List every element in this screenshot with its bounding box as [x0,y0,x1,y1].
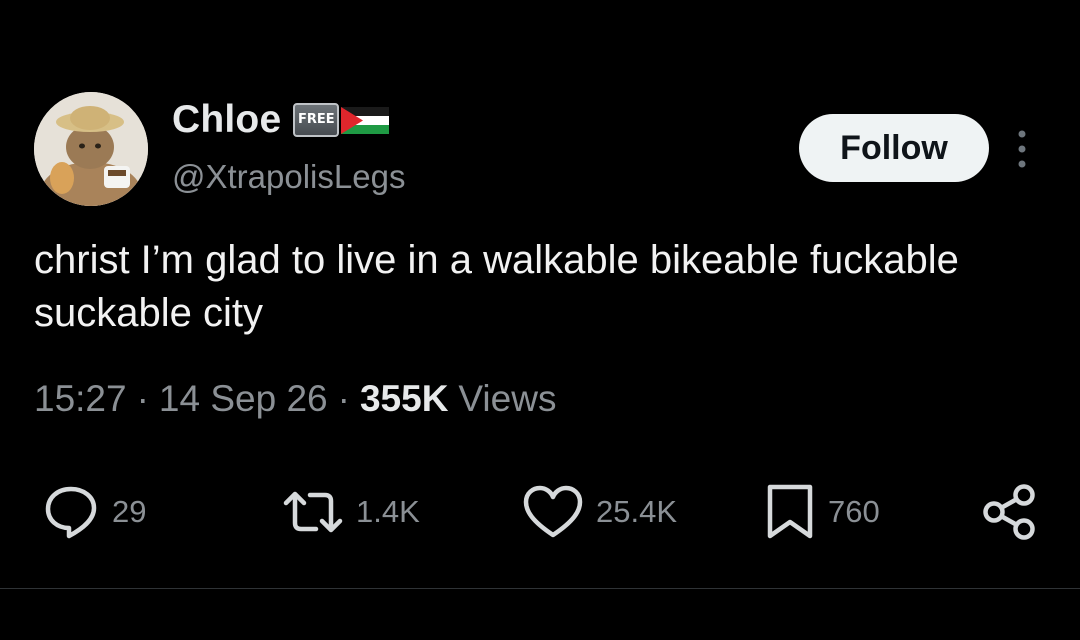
share-icon [983,484,1035,540]
bookmark-icon [767,484,813,539]
share-button[interactable] [980,480,1038,544]
views-count: 355K [359,378,449,419]
views-label: Views [458,378,557,419]
tweet: Chloe FREE @XtrapolisLegs Follow christ … [0,0,1080,640]
tweet-time[interactable]: 15:27 [34,378,127,420]
more-icon[interactable] [1010,126,1034,172]
avatar-cat-image [34,92,148,206]
tweet-text: christ I’m glad to live in a walkable bi… [34,238,959,335]
follow-button[interactable]: Follow [799,114,989,182]
tweet-meta: 15:27 · 14 Sep 26 · 355K Views [34,378,556,420]
like-count: 25.4K [596,494,678,529]
reply-count: 29 [112,494,147,529]
bookmark-count: 760 [828,494,880,529]
palestine-flag-icon [341,107,390,134]
repost-count: 1.4K [356,494,420,529]
meta-separator: · [136,378,149,419]
tweet-date[interactable]: 14 Sep 26 [159,378,328,420]
like-icon [523,485,583,538]
avatar[interactable] [34,92,148,206]
meta-separator: · [337,378,350,419]
repost-button[interactable]: 1.4K [282,480,420,544]
reply-icon [45,486,97,539]
reply-button[interactable]: 29 [42,480,146,544]
free-badge: FREE [293,103,340,137]
like-button[interactable]: 25.4K [522,480,677,544]
action-bar: 29 1.4K 25.4K 760 [0,480,1080,544]
name-row: Chloe FREE [172,96,390,144]
divider [0,588,1080,589]
bookmark-button[interactable]: 760 [764,480,880,544]
repost-icon [283,491,343,533]
user-handle[interactable]: @XtrapolisLegs [172,158,405,196]
display-name[interactable]: Chloe [172,98,281,142]
